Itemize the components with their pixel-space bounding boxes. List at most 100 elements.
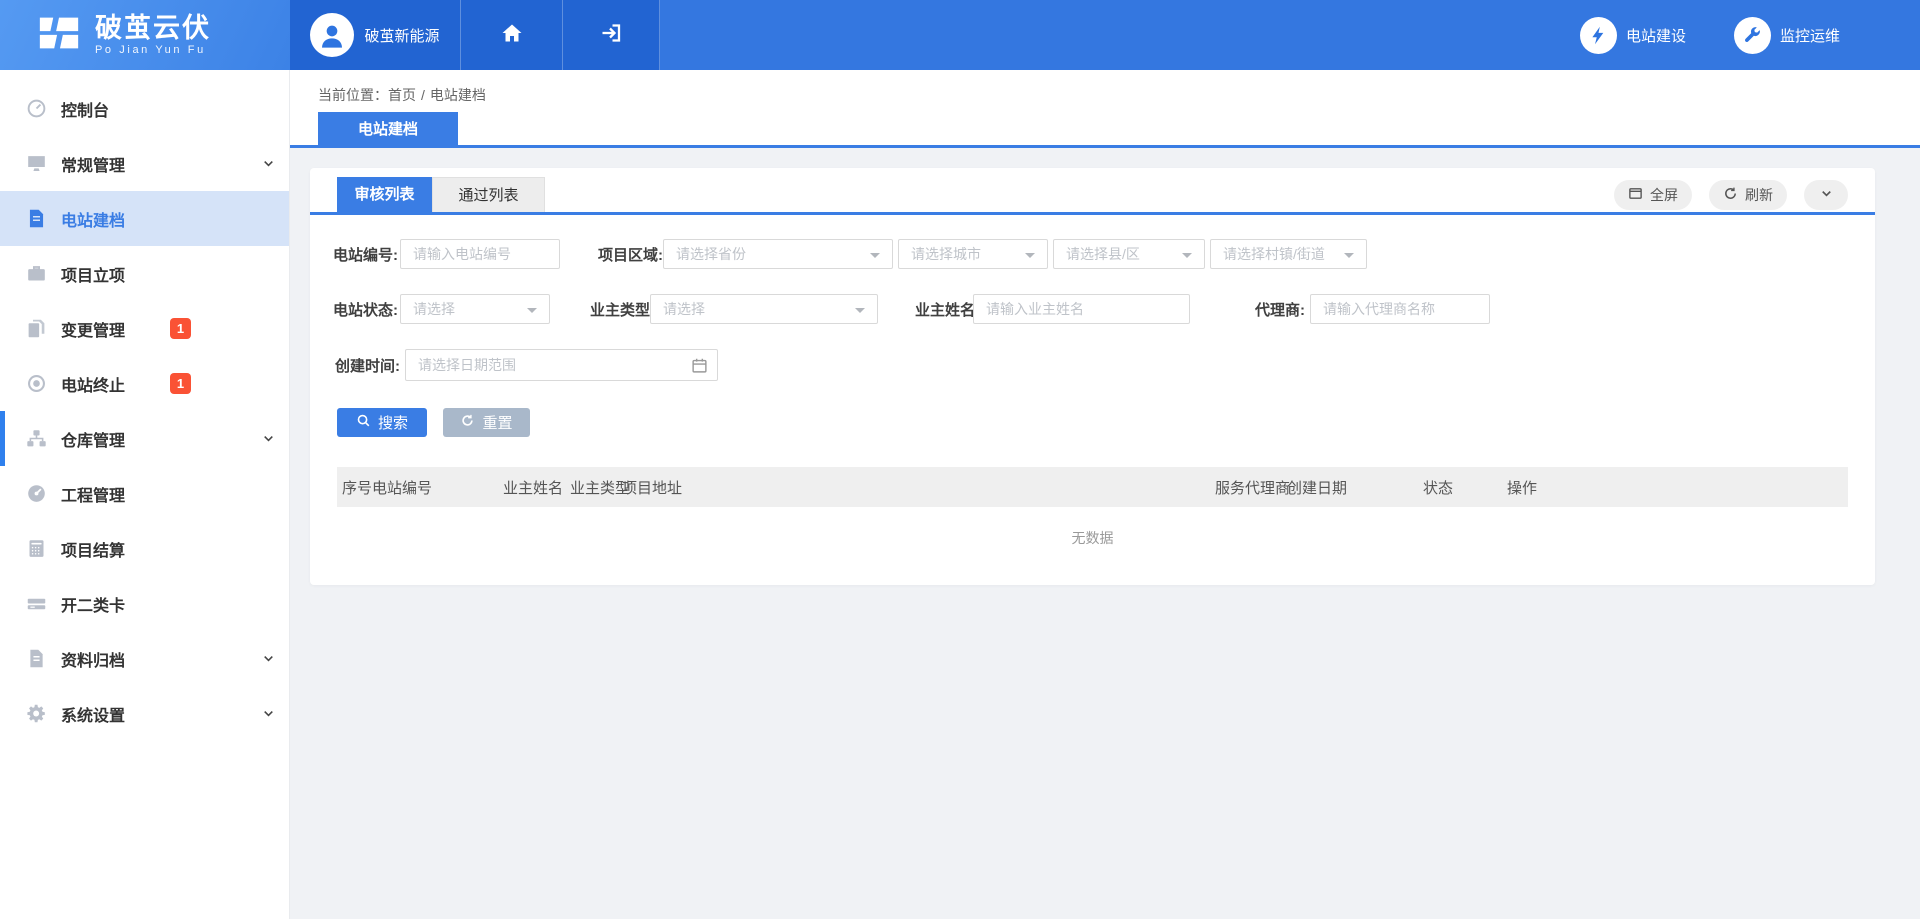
city-select[interactable]: 请选择城市 bbox=[898, 239, 1048, 269]
filter-agent: 代理商: bbox=[1240, 294, 1490, 324]
station-status-select[interactable]: 请选择 bbox=[400, 294, 550, 324]
chevron-down-icon bbox=[1819, 186, 1834, 204]
sidebar-item-dashboard[interactable]: 控制台 bbox=[0, 81, 289, 136]
sitemap-icon bbox=[26, 428, 47, 449]
breadcrumb-home-link[interactable]: 首页 bbox=[388, 87, 416, 103]
sidebar-item-warehouse-mgmt[interactable]: 仓库管理 bbox=[0, 411, 289, 466]
region-label: 项目区域: bbox=[598, 244, 658, 265]
station-no-input[interactable] bbox=[400, 239, 560, 269]
filter-station-status: 电站状态: 请选择 bbox=[333, 294, 550, 324]
sidebar-item-system-settings[interactable]: 系统设置 bbox=[0, 686, 289, 741]
column-header: 操作 bbox=[1507, 477, 1848, 498]
district-select[interactable]: 请选择县/区 bbox=[1053, 239, 1205, 269]
dashboard-icon bbox=[26, 98, 47, 119]
filter-owner-name: 业主姓名: bbox=[915, 294, 1190, 324]
breadcrumb-current: 电站建档 bbox=[430, 87, 486, 103]
sidebar-item-engineering-mgmt[interactable]: 工程管理 bbox=[0, 466, 289, 521]
filter-region: 项目区域: 请选择省份 请选择城市 请选择县/区 请选择村镇/街道 bbox=[598, 239, 1367, 269]
lightning-icon bbox=[1580, 17, 1617, 54]
sidebar-item-project-initiation[interactable]: 项目立项 bbox=[0, 246, 289, 301]
calculator-icon bbox=[26, 538, 47, 559]
column-header: 业主类型 bbox=[570, 477, 622, 498]
column-header: 服务代理商 bbox=[1215, 477, 1287, 498]
nav-label: 电站建设 bbox=[1626, 25, 1686, 46]
province-select[interactable]: 请选择省份 bbox=[663, 239, 893, 269]
sidebar-item-station-archive[interactable]: 电站建档 bbox=[0, 191, 289, 246]
home-button[interactable] bbox=[460, 0, 562, 70]
sidebar-item-label: 电站终止 bbox=[61, 372, 125, 396]
sidebar-item-data-archive[interactable]: 资料归档 bbox=[0, 631, 289, 686]
panel-tools: 全屏 刷新 bbox=[1614, 180, 1848, 210]
top-header: 破茧云伏 Po Jian Yun Fu 破茧新能源 电站建设 监控 bbox=[0, 0, 1920, 70]
owner-name-label: 业主姓名: bbox=[915, 299, 968, 320]
column-header: 电站编号 bbox=[372, 477, 503, 498]
sidebar-item-label: 变更管理 bbox=[61, 317, 125, 341]
sidebar-item-label: 控制台 bbox=[61, 97, 109, 121]
search-icon bbox=[356, 413, 371, 432]
create-time-label: 创建时间: bbox=[333, 355, 400, 376]
sidebar-item-general-mgmt[interactable]: 常规管理 bbox=[0, 136, 289, 191]
page-tab-station-archive[interactable]: 电站建档 bbox=[318, 112, 458, 145]
filter-owner-type: 业主类型: 请选择 bbox=[590, 294, 878, 324]
sidebar-item-station-termination[interactable]: 电站终止 1 bbox=[0, 356, 289, 411]
column-header: 业主姓名 bbox=[503, 477, 570, 498]
nav-label: 监控运维 bbox=[1780, 25, 1840, 46]
select-arrow-icon bbox=[870, 253, 880, 263]
sidebar-item-project-settlement[interactable]: 项目结算 bbox=[0, 521, 289, 576]
sidebar-item-change-mgmt[interactable]: 变更管理 1 bbox=[0, 301, 289, 356]
chevron-down-icon bbox=[262, 432, 275, 445]
sidebar-item-label: 资料归档 bbox=[61, 647, 125, 671]
nav-monitor-ops[interactable]: 监控运维 bbox=[1734, 17, 1840, 54]
panel-card: 审核列表 通过列表 全屏 刷新 bbox=[310, 168, 1875, 585]
station-no-label: 电站编号: bbox=[333, 244, 395, 265]
collapse-button[interactable] bbox=[1804, 180, 1848, 210]
document-icon bbox=[26, 208, 47, 229]
calendar-icon bbox=[691, 357, 708, 374]
user-menu[interactable]: 破茧新能源 bbox=[290, 0, 460, 70]
date-range-input[interactable]: 请选择日期范围 bbox=[405, 349, 718, 381]
user-name: 破茧新能源 bbox=[364, 25, 439, 46]
briefcase-icon bbox=[26, 263, 47, 284]
tab-passed-list[interactable]: 通过列表 bbox=[432, 177, 545, 212]
home-icon bbox=[500, 21, 524, 50]
chevron-down-icon bbox=[262, 652, 275, 665]
main-content: 当前位置：首页/电站建档 电站建档 审核列表 通过列表 全屏 刷新 bbox=[290, 70, 1920, 919]
agent-label: 代理商: bbox=[1240, 299, 1305, 320]
gauge-icon bbox=[26, 483, 47, 504]
table-header-row: 序号 电站编号 业主姓名 业主类型 项目地址 服务代理商 创建日期 状态 操作 bbox=[337, 467, 1848, 507]
copy-icon bbox=[26, 318, 47, 339]
filter-create-time: 创建时间: 请选择日期范围 bbox=[333, 349, 718, 381]
brand-title: 破茧云伏 bbox=[95, 14, 211, 42]
select-arrow-icon bbox=[1182, 253, 1192, 263]
select-arrow-icon bbox=[855, 308, 865, 318]
header-right-nav: 电站建设 监控运维 bbox=[1580, 0, 1840, 70]
reset-button[interactable]: 重置 bbox=[443, 408, 530, 437]
column-header: 创建日期 bbox=[1287, 477, 1423, 498]
fullscreen-button[interactable]: 全屏 bbox=[1614, 180, 1692, 210]
station-status-label: 电站状态: bbox=[333, 299, 395, 320]
badge-count: 1 bbox=[170, 318, 191, 339]
sidebar-item-open-card[interactable]: 开二类卡 bbox=[0, 576, 289, 631]
reset-icon bbox=[460, 413, 475, 432]
sidebar-item-label: 常规管理 bbox=[61, 152, 125, 176]
sidebar-item-label: 系统设置 bbox=[61, 702, 125, 726]
town-select[interactable]: 请选择村镇/街道 bbox=[1210, 239, 1367, 269]
sidebar-item-label: 工程管理 bbox=[61, 482, 125, 506]
logout-button[interactable] bbox=[562, 0, 660, 70]
owner-type-select[interactable]: 请选择 bbox=[650, 294, 878, 324]
fullscreen-icon bbox=[1628, 186, 1643, 204]
select-arrow-icon bbox=[527, 308, 537, 318]
filter-station-no: 电站编号: bbox=[333, 239, 560, 269]
target-icon bbox=[26, 373, 47, 394]
tab-review-list[interactable]: 审核列表 bbox=[337, 177, 432, 212]
brand-logo: 破茧云伏 Po Jian Yun Fu bbox=[0, 0, 290, 70]
breadcrumb-bar: 当前位置：首页/电站建档 电站建档 bbox=[290, 70, 1920, 148]
search-button[interactable]: 搜索 bbox=[337, 408, 427, 437]
owner-name-input[interactable] bbox=[973, 294, 1190, 324]
select-arrow-icon bbox=[1344, 253, 1354, 263]
sidebar: 控制台 常规管理 电站建档 项目立项 变更管理 1 电站终止 1 bbox=[0, 70, 290, 919]
nav-station-construction[interactable]: 电站建设 bbox=[1580, 17, 1686, 54]
refresh-button[interactable]: 刷新 bbox=[1709, 180, 1787, 210]
breadcrumb: 当前位置：首页/电站建档 bbox=[318, 85, 486, 105]
agent-input[interactable] bbox=[1310, 294, 1490, 324]
